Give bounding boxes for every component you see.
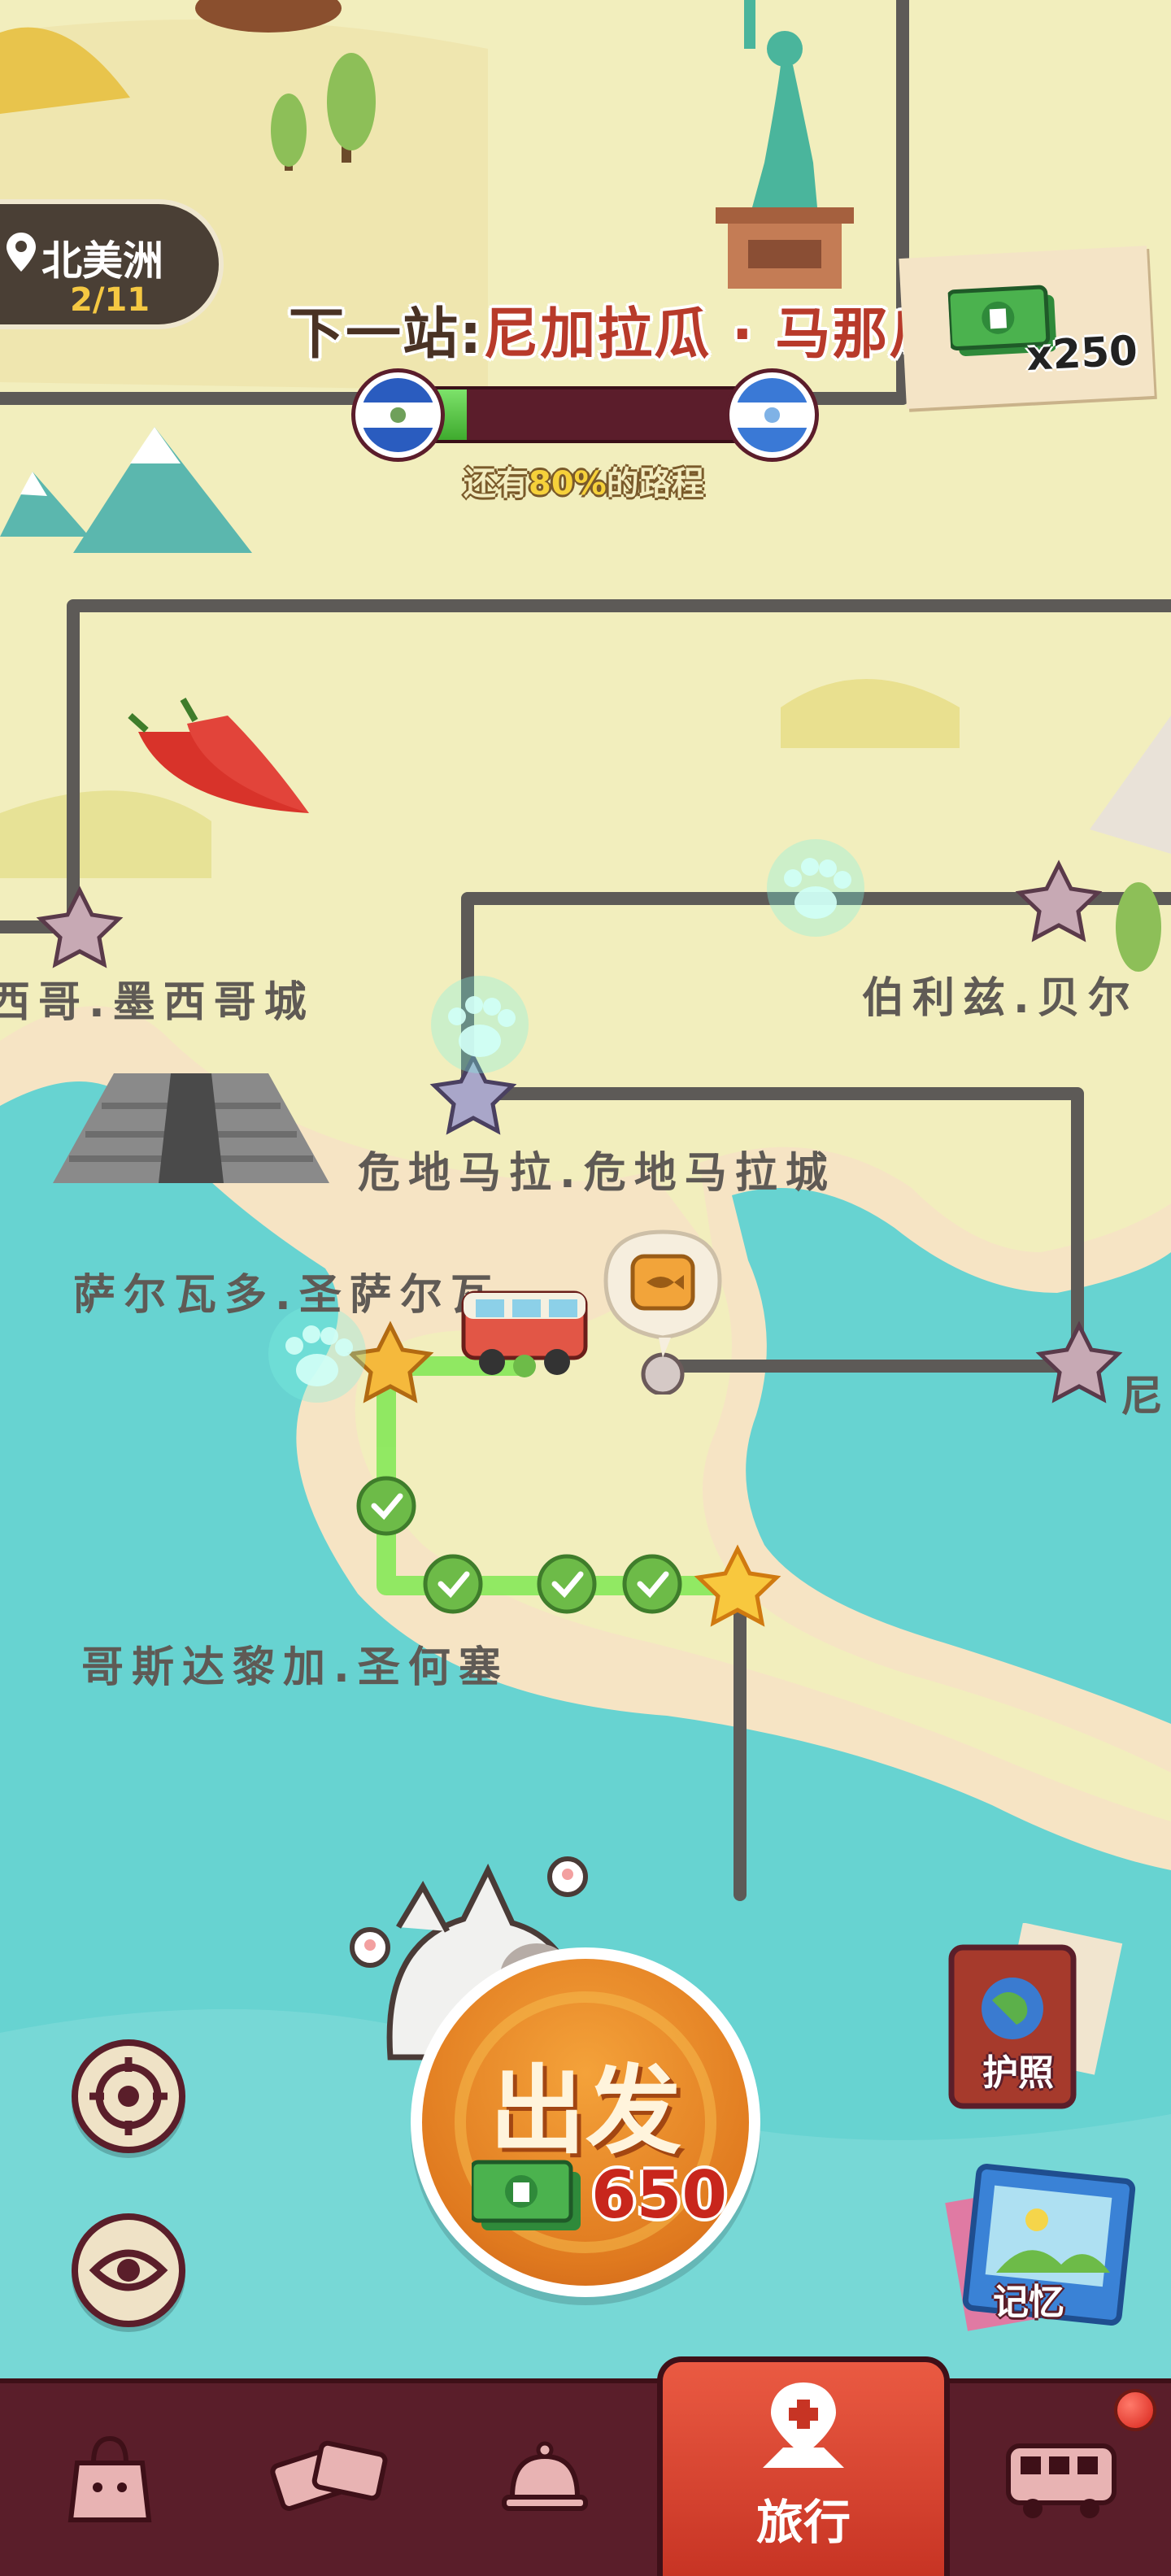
tickets-icon[interactable] <box>268 2432 390 2522</box>
cash-icon <box>472 2160 581 2230</box>
notification-badge <box>1114 2389 1156 2431</box>
nav-travel-label: 旅行 <box>755 2495 851 2550</box>
cash-counter[interactable]: x250 <box>899 246 1155 409</box>
travel-map-icon <box>763 2382 844 2468</box>
depart-cost: 650 <box>591 2157 727 2233</box>
remaining-route-text: 还有80%的路程 <box>464 457 704 504</box>
remain-suffix: 的路程 <box>606 465 704 503</box>
target-icon <box>89 2057 168 2135</box>
bag-icon[interactable] <box>65 2430 155 2528</box>
region-name: 北美洲 <box>41 237 163 285</box>
remain-prefix: 还有 <box>464 465 529 503</box>
nav-travel-tab[interactable]: 旅行 <box>657 2356 950 2576</box>
city-label-el-salvador[interactable]: 萨尔瓦多.圣萨尔瓦 <box>73 1260 501 1321</box>
next-stop-prefix: 下一站: <box>289 302 484 367</box>
depart-label: 出发 <box>489 2055 681 2167</box>
next-stop-name: 尼加拉瓜 · 马那瓜 <box>483 302 947 367</box>
view-button[interactable] <box>72 2213 185 2327</box>
memory-button[interactable]: 记忆 <box>939 2159 1138 2342</box>
bus-icon[interactable] <box>1000 2434 1122 2523</box>
locate-button[interactable] <box>72 2039 185 2153</box>
flag-el-salvador-icon <box>355 372 441 458</box>
bottom-nav <box>0 2378 1171 2576</box>
eye-icon <box>89 2249 168 2291</box>
region-badge[interactable]: 北美洲 2/11 <box>0 199 224 329</box>
remain-percent: 80% <box>529 465 607 503</box>
route-progress-bar <box>390 386 764 443</box>
depart-button[interactable]: 出发 650 <box>411 1947 760 2297</box>
next-stop-title: 下一站:尼加拉瓜 · 马那瓜 <box>289 289 946 369</box>
flag-nicaragua-icon <box>729 372 815 458</box>
location-pin-icon <box>7 233 36 272</box>
city-label-belize[interactable]: 伯利兹.贝尔 <box>862 964 1138 1025</box>
memory-label: 记忆 <box>993 2282 1064 2323</box>
city-label-mexico[interactable]: 西哥.墨西哥城 <box>0 968 315 1029</box>
fish-reward-icon[interactable] <box>598 1224 728 1395</box>
passport-label: 护照 <box>982 2052 1054 2094</box>
city-label-guatemala[interactable]: 危地马拉.危地马拉城 <box>358 1138 836 1199</box>
city-label-nicaragua[interactable]: 尼 <box>1121 1362 1171 1423</box>
service-bell-icon[interactable] <box>500 2432 590 2522</box>
region-progress: 2/11 <box>70 281 150 319</box>
travel-van <box>461 1290 588 1377</box>
game-screen: 北美洲 2/11 下一站:尼加拉瓜 · 马那瓜 还有80%的路程 x250 西哥… <box>0 0 1171 2576</box>
city-label-costa-rica[interactable]: 哥斯达黎加.圣何塞 <box>81 1633 509 1694</box>
cash-count: x250 <box>1025 326 1139 381</box>
passport-button[interactable]: 护照 <box>943 1922 1130 2118</box>
